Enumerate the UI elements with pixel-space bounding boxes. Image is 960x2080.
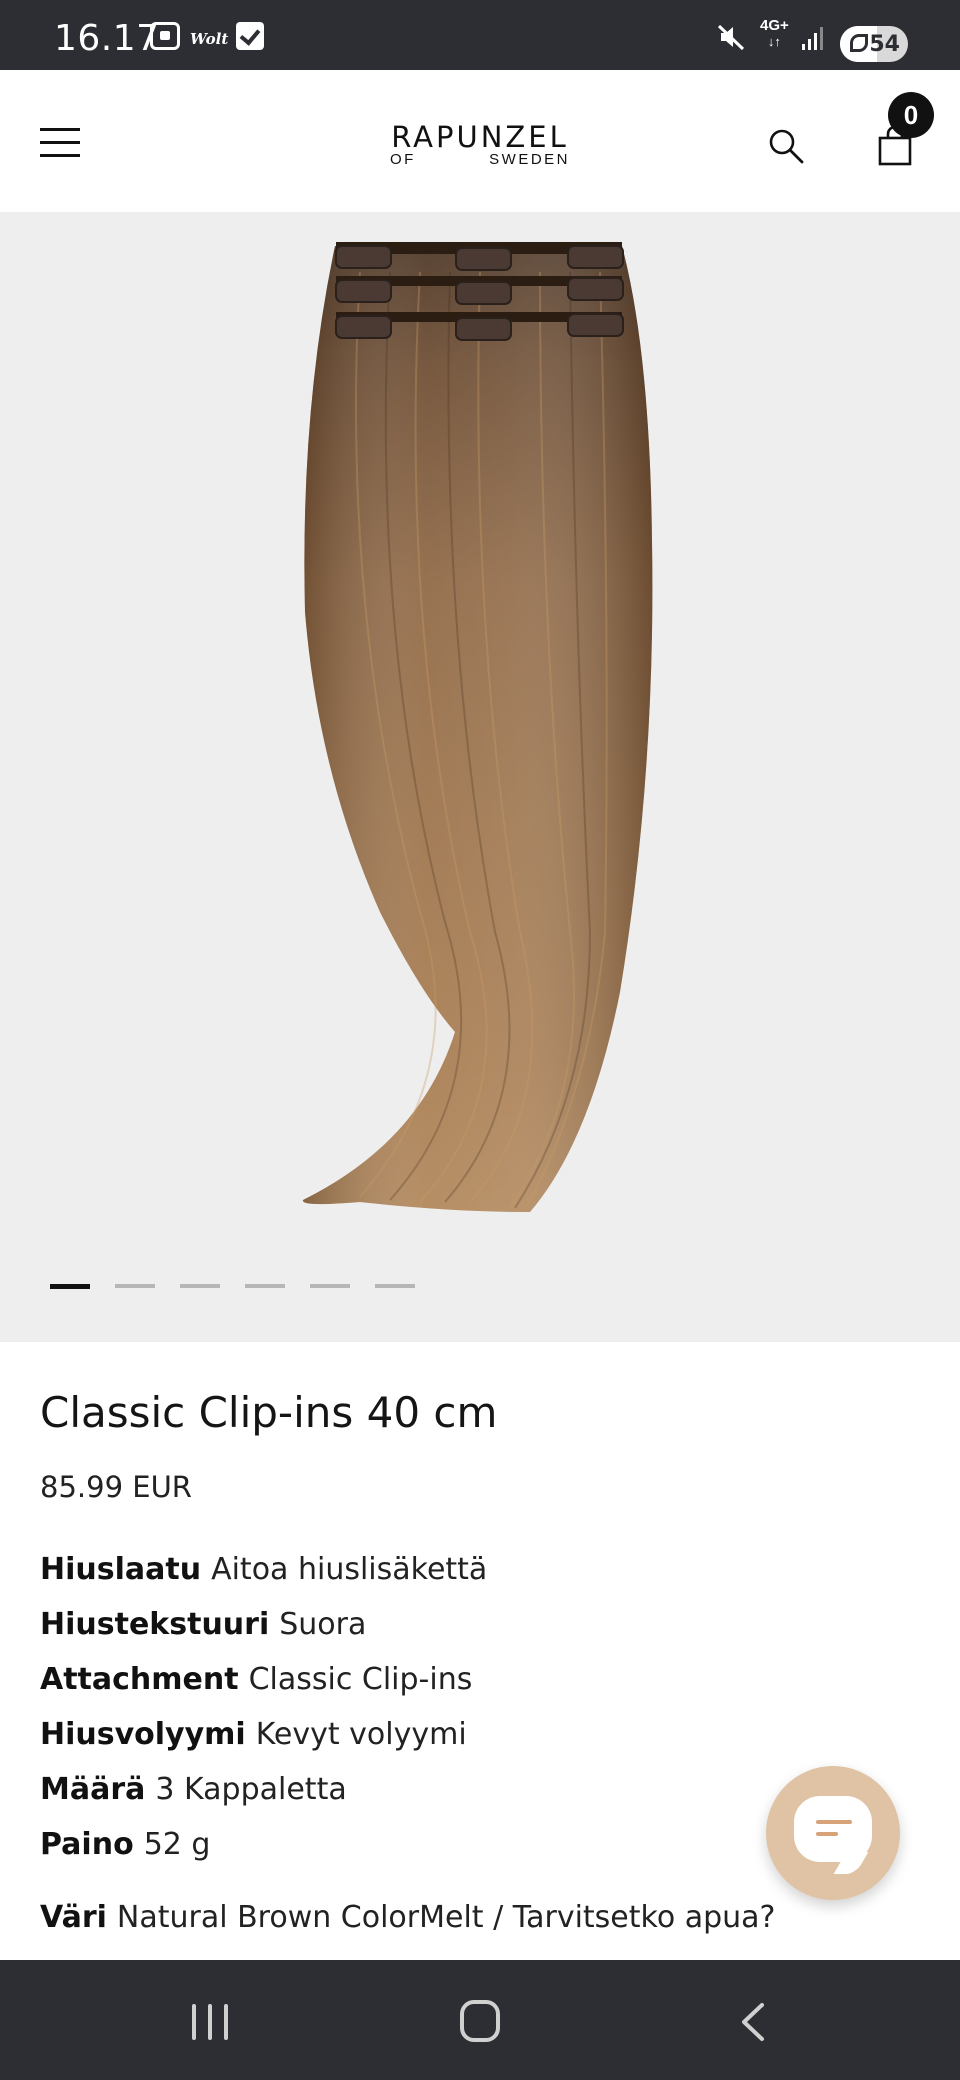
cart-count-badge[interactable]: 0 [888, 92, 934, 138]
gallery-dot[interactable] [115, 1284, 155, 1288]
attribute-row: Hiustekstuuri Suora [40, 1607, 367, 1642]
gallery-dot[interactable] [375, 1284, 415, 1288]
product-image-gallery[interactable] [0, 212, 960, 1342]
hair-extension-image [302, 242, 653, 1212]
attribute-row: Attachment Classic Clip-ins [40, 1662, 473, 1697]
brand-logo[interactable]: RAPUNZEL OF SWEDEN [388, 122, 572, 168]
home-icon[interactable] [460, 2000, 500, 2042]
product-title: Classic Clip-ins 40 cm [40, 1388, 498, 1437]
back-icon[interactable] [738, 2002, 768, 2042]
wolt-notification-icon: Wolt [190, 30, 229, 48]
gallery-dot[interactable] [245, 1284, 285, 1288]
chat-icon [794, 1796, 872, 1862]
menu-icon[interactable] [40, 128, 80, 158]
product-price: 85.99 EUR [40, 1470, 192, 1504]
gallery-dot[interactable] [180, 1284, 220, 1288]
battery-indicator: 54 [840, 26, 908, 62]
recent-apps-icon[interactable] [192, 2004, 232, 2040]
attribute-row: Hiusvolyymi Kevyt volyymi [40, 1717, 467, 1752]
gallery-dot[interactable] [310, 1284, 350, 1288]
battery-saver-icon [850, 34, 868, 52]
status-time: 16.17 [54, 18, 160, 59]
search-icon[interactable] [766, 126, 806, 166]
mute-icon [717, 24, 745, 51]
system-navigation-bar [0, 1960, 960, 2080]
signal-icon [802, 27, 823, 50]
network-indicator: 4G+ ↓↑ [760, 17, 789, 50]
site-header: RAPUNZEL OF SWEDEN 0 [0, 70, 960, 212]
checkbox-notification-icon [236, 22, 264, 50]
color-attribute[interactable]: Väri Natural Brown ColorMelt / Tarvitsetk… [40, 1900, 775, 1935]
screenshot-icon [150, 22, 180, 50]
gallery-dot[interactable] [50, 1284, 90, 1289]
attribute-row: Hiuslaatu Aitoa hiuslisäkettä [40, 1552, 488, 1587]
chat-button[interactable] [766, 1766, 900, 1900]
status-bar: 16.17 Wolt 4G+ ↓↑ 54 [0, 0, 960, 70]
